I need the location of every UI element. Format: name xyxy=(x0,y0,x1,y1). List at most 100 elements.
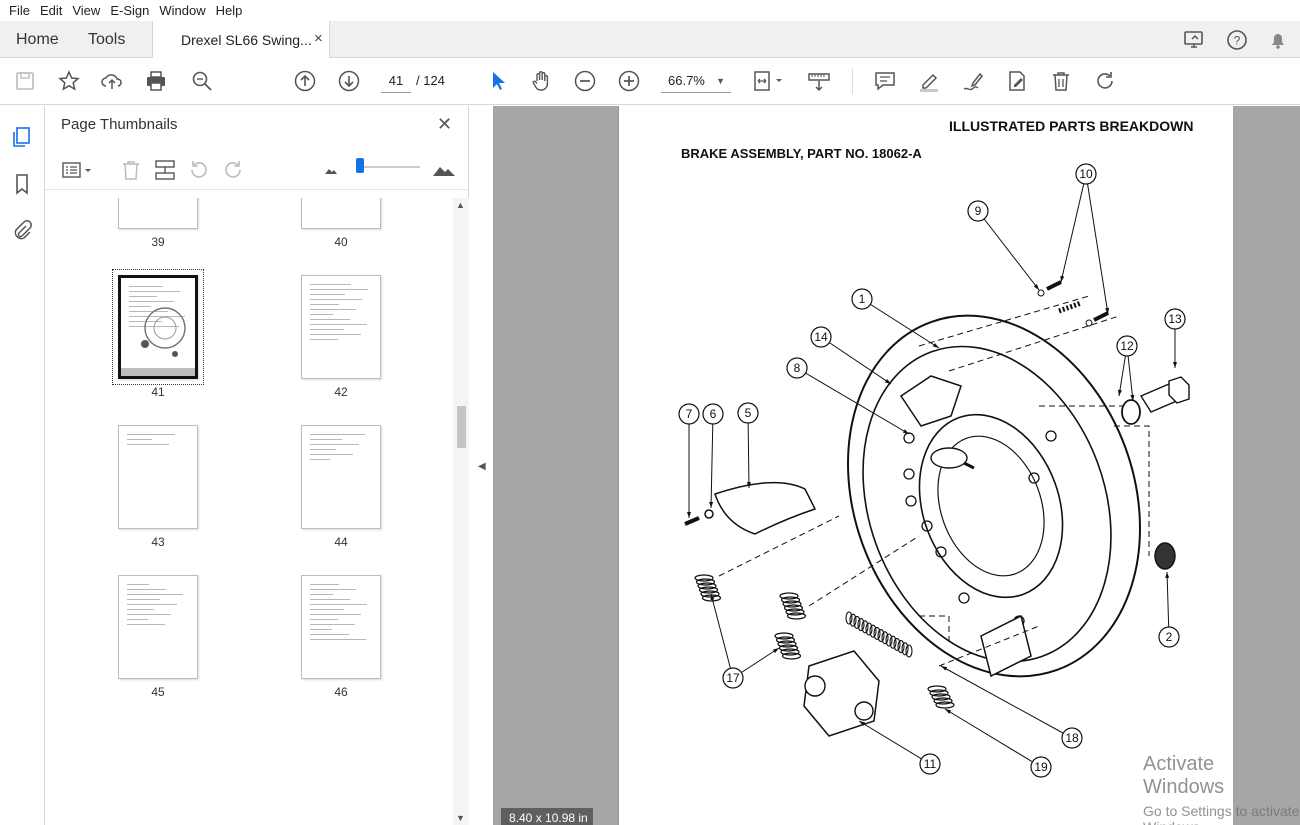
tab-home[interactable]: Home xyxy=(16,21,59,58)
attachments-paperclip-icon[interactable] xyxy=(11,219,33,241)
adjuster-spring-coil xyxy=(865,622,873,636)
scroll-down-icon[interactable]: ▼ xyxy=(456,813,465,823)
callout-number: 1 xyxy=(859,292,866,306)
thumbnail-text-line xyxy=(310,639,366,640)
next-page-icon[interactable] xyxy=(337,69,361,93)
rotate-counterclockwise-icon[interactable] xyxy=(187,158,211,182)
page-thumbnail[interactable] xyxy=(118,198,198,229)
page-thumbnail[interactable] xyxy=(301,425,381,529)
zoom-search-icon[interactable] xyxy=(190,69,214,93)
draw-freeform-icon[interactable] xyxy=(961,69,985,93)
help-icon[interactable]: ? xyxy=(1226,29,1248,51)
thumbnail-text-line xyxy=(310,609,344,610)
callout-number: 2 xyxy=(1166,630,1173,644)
thumbnail-text-line xyxy=(310,634,349,635)
bookmark-star-icon[interactable] xyxy=(57,69,81,93)
notification-bell-icon[interactable] xyxy=(1267,29,1289,51)
collapse-arrow-icon[interactable]: ◀ xyxy=(478,461,486,472)
thumbnail-size-slider[interactable] xyxy=(360,166,420,168)
adjuster-spring-coil xyxy=(893,637,901,651)
scroll-mode-icon[interactable] xyxy=(807,69,831,93)
page-thumbnail[interactable] xyxy=(118,275,198,379)
callout-number: 6 xyxy=(710,407,717,421)
thumbnail-text-line xyxy=(127,594,183,595)
page-thumbnail[interactable] xyxy=(301,275,381,379)
thumbnail-text-line xyxy=(310,449,336,450)
thumbnail-text-line xyxy=(310,434,365,435)
page-number-input[interactable]: 41 xyxy=(381,69,411,93)
edit-document-icon[interactable] xyxy=(1005,69,1029,93)
menu-file[interactable]: File xyxy=(4,3,35,18)
delete-trash-icon[interactable] xyxy=(1049,69,1073,93)
bookmarks-icon[interactable] xyxy=(11,173,33,195)
tab-tools[interactable]: Tools xyxy=(88,21,125,58)
main-toolbar: 41 / 124 66.7% ▼ xyxy=(0,58,1300,105)
tab-close-icon[interactable]: × xyxy=(314,30,323,47)
thumbnail-options-icon[interactable] xyxy=(61,158,95,182)
hand-tool-icon[interactable] xyxy=(529,69,553,93)
washer xyxy=(1085,319,1093,327)
thumbnail-text-line xyxy=(310,614,361,615)
thumbnail-text-line xyxy=(127,609,154,610)
save-icon[interactable] xyxy=(13,69,37,93)
thumbnail-text-line xyxy=(310,309,356,310)
zoom-out-icon[interactable] xyxy=(573,69,597,93)
zoom-in-icon[interactable] xyxy=(617,69,641,93)
menu-help[interactable]: Help xyxy=(211,3,248,18)
page-thumbnail[interactable] xyxy=(118,425,198,529)
watermark-line-1: Activate Windows xyxy=(1143,753,1225,798)
thumbnail-text-line xyxy=(127,614,171,615)
menu-window[interactable]: Window xyxy=(154,3,210,18)
tab-document-title: Drexel SL66 Swing... xyxy=(181,32,312,48)
thumbnail-large-icon[interactable] xyxy=(432,158,456,182)
collapse-panel-strip[interactable]: ◀ xyxy=(470,106,493,825)
page-thumbnails-icon[interactable] xyxy=(11,126,33,148)
scrollbar-thumb[interactable] xyxy=(457,406,466,448)
thumbnail-page-number: 45 xyxy=(151,685,165,699)
thumbnail-list: 39 40 41 42 43 44 45 46 xyxy=(45,198,453,825)
thumbnail-size-slider-handle[interactable] xyxy=(356,158,364,173)
share-screen-icon[interactable] xyxy=(1183,29,1205,51)
page-thumbnails-panel: Page Thumbnails ✕ 39 40 41 42 43 44 45 46 ▲ ▼ xyxy=(45,106,469,825)
page-thumbnail[interactable] xyxy=(301,198,381,229)
page-thumbnail[interactable] xyxy=(301,575,381,679)
thumbnail-text-line xyxy=(310,594,333,595)
redo-rotate-icon[interactable] xyxy=(1093,69,1117,93)
callout-arrowhead xyxy=(687,512,691,518)
menu-esign[interactable]: E-Sign xyxy=(105,3,154,18)
zoom-level-dropdown[interactable]: 66.7% ▼ xyxy=(661,69,731,93)
thumbnail-text-line xyxy=(310,604,367,605)
print-icon[interactable] xyxy=(144,69,168,93)
close-panel-icon[interactable]: ✕ xyxy=(437,114,452,135)
thumbnail-small-icon[interactable] xyxy=(319,158,343,182)
menu-view[interactable]: View xyxy=(67,3,105,18)
fit-page-icon[interactable] xyxy=(752,69,786,93)
select-cursor-icon[interactable] xyxy=(486,69,510,93)
callout-number: 10 xyxy=(1079,167,1093,181)
comment-icon[interactable] xyxy=(873,69,897,93)
callout-number: 18 xyxy=(1065,731,1079,745)
scroll-up-icon[interactable]: ▲ xyxy=(456,200,465,210)
callout-number: 9 xyxy=(975,204,982,218)
thumbnail-text-line xyxy=(127,434,175,435)
highlight-pen-icon[interactable] xyxy=(917,69,941,93)
previous-page-icon[interactable] xyxy=(293,69,317,93)
thumbnail-text-line xyxy=(127,599,160,600)
thumbnail-text-line xyxy=(310,459,330,460)
tab-document[interactable]: Drexel SL66 Swing... × xyxy=(152,21,330,58)
thumbnail-insert-pages-icon[interactable] xyxy=(153,158,177,182)
thumbnail-delete-icon[interactable] xyxy=(119,158,143,182)
thumbnail-scrollbar[interactable]: ▲ ▼ xyxy=(453,198,469,825)
callout-arrowhead xyxy=(709,501,714,508)
upload-cloud-icon[interactable] xyxy=(100,69,124,93)
callout-leader-line xyxy=(747,412,750,489)
page-total: / 124 xyxy=(416,73,445,88)
thumbnail-toolbar xyxy=(45,150,469,190)
document-view[interactable]: 10 9 1 13 14 12 8 7 6 5 2 17 18 11 19 ILLUSTRATED PART… xyxy=(493,106,1300,825)
menu-edit[interactable]: Edit xyxy=(35,3,67,18)
page-thumbnail[interactable] xyxy=(118,575,198,679)
return-spring-coil xyxy=(781,652,802,660)
rotate-clockwise-icon[interactable] xyxy=(221,158,245,182)
adjuster-spring-coil xyxy=(869,624,877,638)
thumbnail-text-line xyxy=(310,304,339,305)
